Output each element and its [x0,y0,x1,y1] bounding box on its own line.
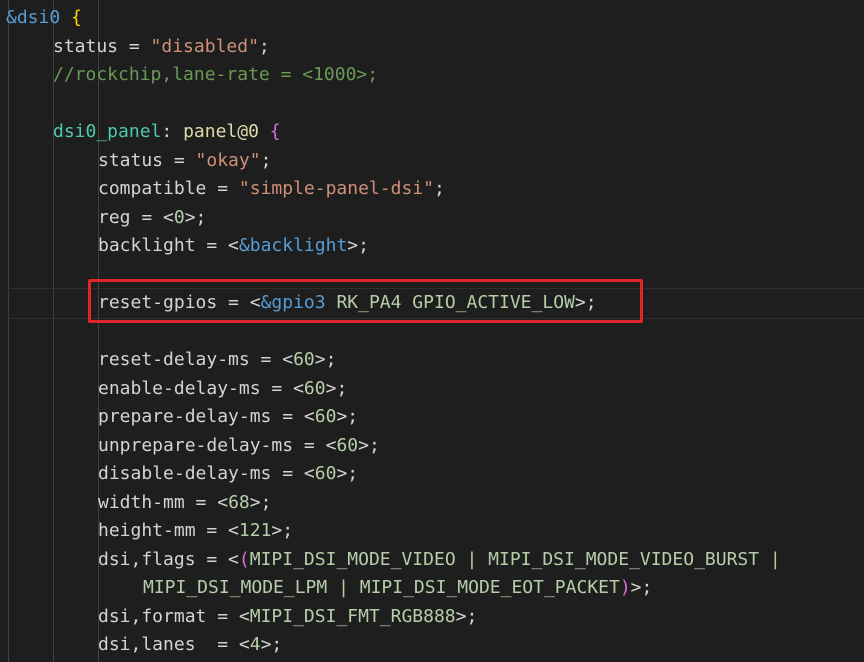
code-line-23[interactable]: dsi,lanes = <4>; [98,631,282,660]
code-line-15[interactable]: prepare-delay-ms = <60>; [98,403,358,432]
property-name: width-mm [98,492,185,513]
property-name: compatible [98,178,207,199]
code-line-9[interactable]: backlight = <&backlight>; [98,232,369,261]
code-line-6[interactable]: status = "okay"; [98,147,271,176]
node-reference: &dsi0 [6,7,61,28]
property-name: unprepare-delay-ms [98,435,294,456]
number-value: 0 [173,207,185,228]
code-line-18[interactable]: width-mm = <68>; [98,489,271,518]
number-value: 121 [238,520,272,541]
paren: ) [619,577,631,598]
property-name: backlight [98,235,196,256]
code-line-21[interactable]: MIPI_DSI_MODE_LPM | MIPI_DSI_MODE_EOT_PA… [143,574,652,603]
number-value: 68 [228,492,250,513]
code-line-2[interactable]: status = "disabled"; [53,33,270,62]
property-name: enable-delay-ms [98,378,261,399]
code-line-22[interactable]: dsi,format = <MIPI_DSI_FMT_RGB888>; [98,603,477,632]
string-value: "disabled" [150,36,259,57]
paren: ( [238,549,250,570]
node-name: panel@0 [183,121,259,142]
brace: { [71,7,82,28]
number-value: 60 [303,378,326,399]
code-line-20[interactable]: dsi,flags = <(MIPI_DSI_MODE_VIDEO | MIPI… [98,546,781,575]
property-name: status [53,36,119,57]
property-name: dsi,flags [98,549,196,570]
number-value: 4 [249,634,261,655]
property-name: reg [98,207,131,228]
indent-guide-2 [53,0,54,662]
code-line-1[interactable]: &dsi0 { [6,4,82,33]
code-line-7[interactable]: compatible = "simple-panel-dsi"; [98,175,445,204]
number-value: 60 [314,406,337,427]
code-editor[interactable]: &dsi0 { status = "disabled"; //rockchip,… [0,0,864,662]
annotation-highlight-box [88,279,643,323]
property-name: dsi,lanes [98,634,207,655]
flag-list: MIPI_DSI_MODE_LPM | MIPI_DSI_MODE_EOT_PA… [143,577,620,598]
string-value: "okay" [195,150,261,171]
number-value: 60 [314,463,337,484]
code-line-3[interactable]: //rockchip,lane-rate = <1000>; [53,61,378,90]
brace: { [269,121,281,142]
code-line-16[interactable]: unprepare-delay-ms = <60>; [98,432,380,461]
property-name: status [98,150,164,171]
number-value: 60 [336,435,359,456]
node-label: dsi0_panel [53,121,162,142]
phandle-reference: &backlight [238,235,348,256]
property-name: height-mm [98,520,196,541]
code-line-19[interactable]: height-mm = <121>; [98,517,293,546]
property-name: dsi,format [98,606,207,627]
property-name: disable-delay-ms [98,463,272,484]
code-line-5[interactable]: dsi0_panel: panel@0 { [53,118,281,147]
code-comment: //rockchip,lane-rate = <1000>; [53,64,379,85]
property-name: reset-delay-ms [98,349,250,370]
string-value: "simple-panel-dsi" [238,178,434,199]
flag-list: MIPI_DSI_MODE_VIDEO | MIPI_DSI_MODE_VIDE… [249,549,781,570]
number-value: 60 [293,349,315,370]
code-line-17[interactable]: disable-delay-ms = <60>; [98,460,358,489]
code-line-14[interactable]: enable-delay-ms = <60>; [98,375,347,404]
property-name: prepare-delay-ms [98,406,272,427]
code-line-8[interactable]: reg = <0>; [98,204,206,233]
indent-guide-1 [8,0,9,662]
code-line-13[interactable]: reset-delay-ms = <60>; [98,346,336,375]
format-value: MIPI_DSI_FMT_RGB888 [249,606,456,627]
